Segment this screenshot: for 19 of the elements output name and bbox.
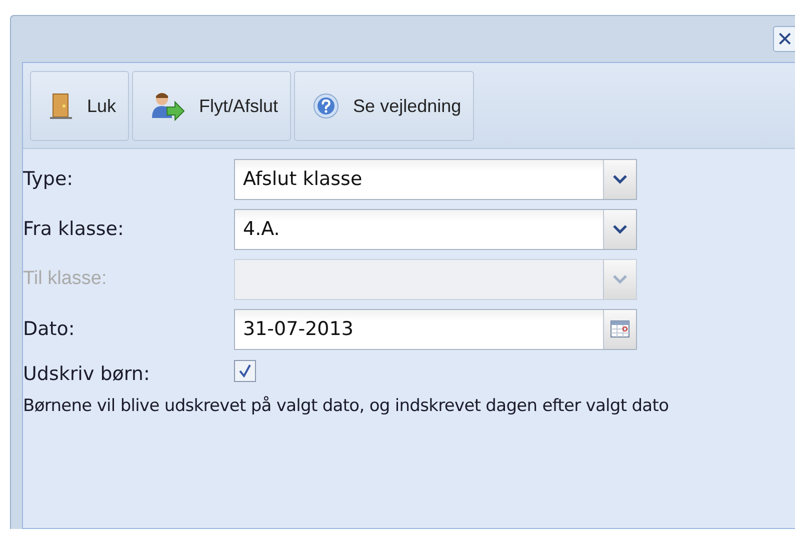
field-label: Til klasse: bbox=[23, 268, 108, 290]
toolbar-button[interactable]: Flyt/Afslut bbox=[132, 71, 292, 141]
checkbox[interactable] bbox=[234, 360, 256, 382]
dropdown-field[interactable]: 4.A. bbox=[234, 208, 637, 250]
date-field[interactable]: 31-07-2013 bbox=[234, 308, 637, 350]
person-arrow-icon bbox=[151, 91, 186, 121]
dropdown-field[interactable]: Afslut klasse bbox=[234, 158, 637, 200]
help-icon bbox=[313, 93, 340, 119]
field-label: Fra klasse: bbox=[23, 218, 125, 240]
close-button[interactable]: ✕ bbox=[773, 26, 795, 52]
field-label: Dato: bbox=[23, 318, 76, 340]
calendar-icon[interactable] bbox=[610, 320, 630, 338]
toolbar-button[interactable]: Luk bbox=[30, 71, 130, 141]
field-label: Udskriv børn: bbox=[23, 363, 151, 385]
field-label: Type: bbox=[23, 168, 74, 190]
info-text: Børnene vil blive udskrevet på valgt dato, og indskrevet dagen efter valgt dato bbox=[23, 396, 670, 416]
toolbar-button[interactable]: Se vejledning bbox=[294, 71, 474, 141]
checkmark-icon bbox=[238, 364, 252, 378]
door-icon bbox=[49, 92, 73, 120]
